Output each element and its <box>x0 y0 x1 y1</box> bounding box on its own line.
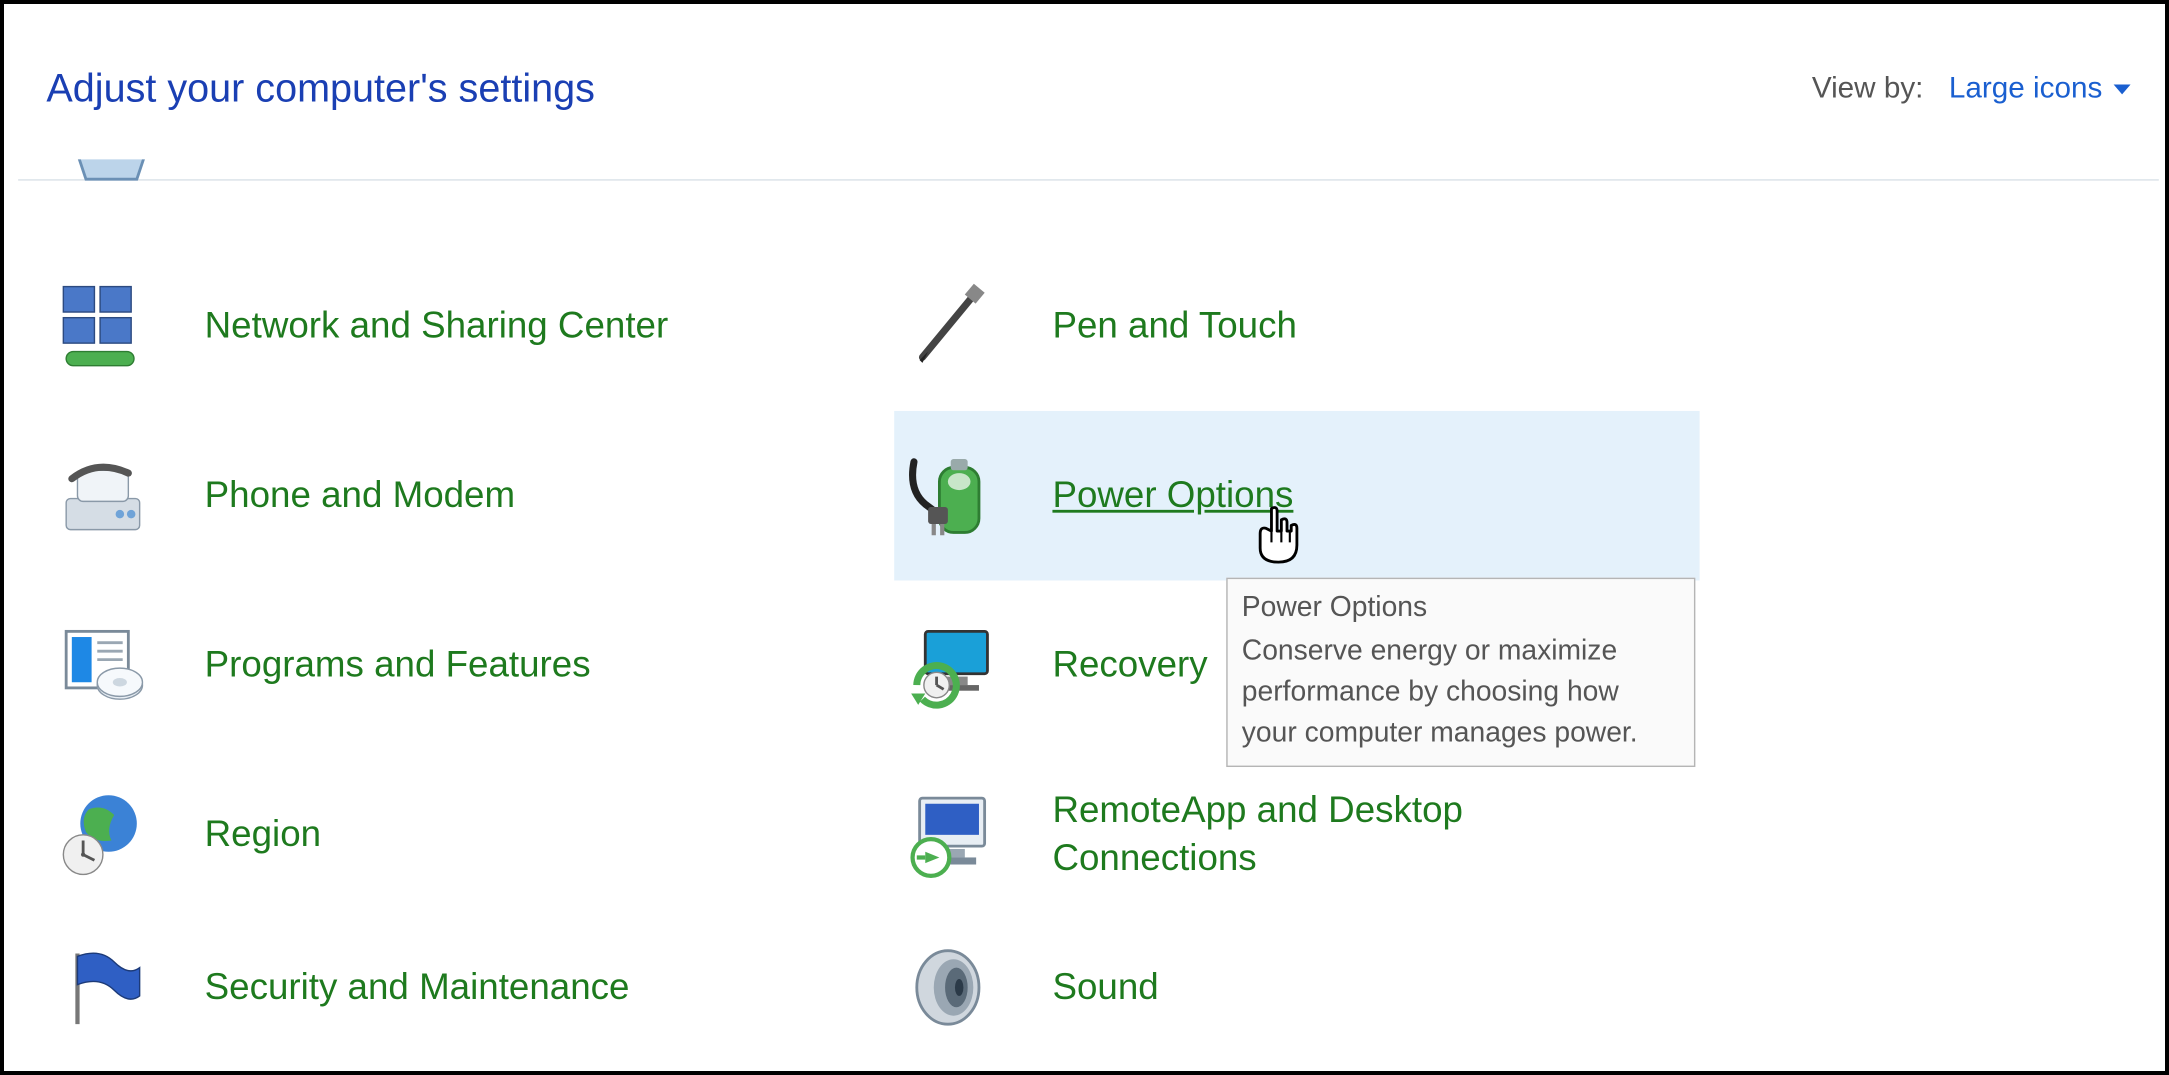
programs-icon <box>58 620 148 710</box>
item-region[interactable]: Region <box>46 750 851 920</box>
item-programs-and-features[interactable]: Programs and Features <box>46 581 851 751</box>
item-label: RemoteApp and Desktop Connections <box>1052 787 1645 883</box>
item-phone-and-modem[interactable]: Phone and Modem <box>46 411 851 581</box>
view-by-dropdown[interactable]: Large icons <box>1949 72 2131 106</box>
recovery-icon <box>905 620 995 710</box>
flag-icon <box>58 942 148 1032</box>
view-by-label: View by: <box>1812 72 1924 106</box>
item-remoteapp[interactable]: RemoteApp and Desktop Connections <box>894 750 1699 920</box>
item-label: Region <box>205 811 321 859</box>
view-by-value: Large icons <box>1949 72 2102 106</box>
item-label: Sound <box>1052 964 1158 1012</box>
partial-item-icon <box>66 159 156 187</box>
header-divider <box>18 179 2159 180</box>
item-label: Pen and Touch <box>1052 302 1296 350</box>
phone-modem-icon <box>58 451 148 541</box>
battery-icon <box>905 451 995 541</box>
item-label: Recovery <box>1052 641 1207 689</box>
cursor-pointer-icon <box>1253 506 1304 565</box>
item-network-sharing-center[interactable]: Network and Sharing Center <box>46 241 851 411</box>
tooltip-body: Conserve energy or maximize performance … <box>1242 631 1680 754</box>
remoteapp-icon <box>905 790 995 880</box>
speaker-icon <box>905 942 995 1032</box>
page-title: Adjust your computer's settings <box>46 66 595 111</box>
item-pen-and-touch[interactable]: Pen and Touch <box>894 241 1699 411</box>
item-sound[interactable]: Sound <box>894 920 1699 1056</box>
item-label: Network and Sharing Center <box>205 302 669 350</box>
pen-icon <box>905 281 995 371</box>
chevron-down-icon <box>2114 84 2131 94</box>
item-label: Phone and Modem <box>205 472 515 520</box>
item-security-maintenance[interactable]: Security and Maintenance <box>46 920 851 1056</box>
item-label: Security and Maintenance <box>205 964 630 1012</box>
region-icon <box>58 790 148 880</box>
item-label: Programs and Features <box>205 641 591 689</box>
network-icon <box>58 281 148 371</box>
tooltip-title: Power Options <box>1242 588 1680 629</box>
tooltip: Power Options Conserve energy or maximiz… <box>1226 578 1695 767</box>
